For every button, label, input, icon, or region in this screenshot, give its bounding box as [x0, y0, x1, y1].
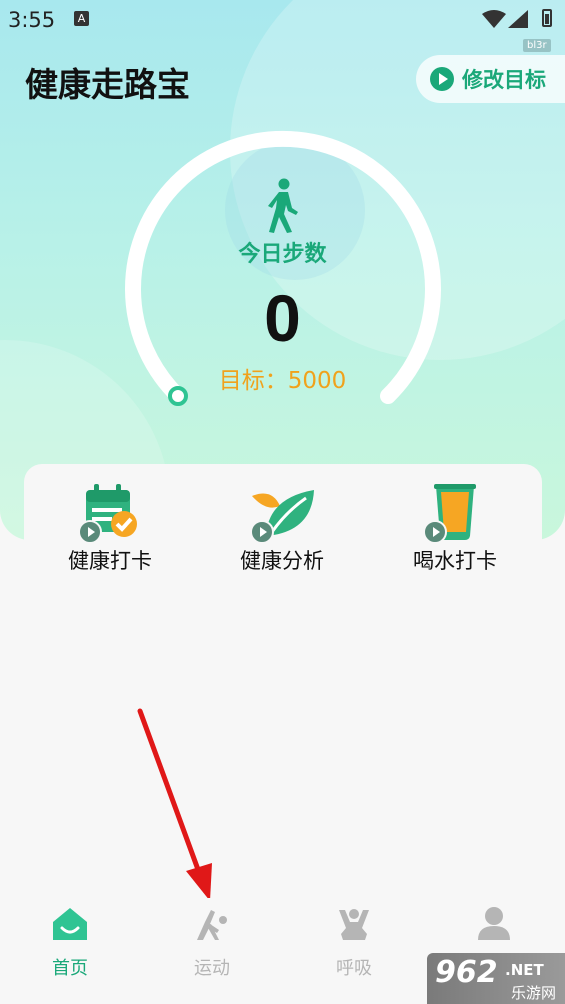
- status-bar: 3:55 A: [0, 0, 565, 38]
- edit-goal-label: 修改目标: [462, 68, 546, 92]
- watermark-logo: 962: [435, 955, 498, 990]
- today-steps-label: 今日步数: [238, 242, 327, 267]
- today-steps-value: 0: [264, 281, 301, 355]
- video-play-icon: [250, 520, 274, 544]
- feature-health-analysis[interactable]: 健康分析: [212, 482, 352, 575]
- watermark-suffix: .NET: [505, 961, 544, 979]
- tab-label: 首页: [52, 958, 88, 979]
- video-play-icon: [423, 520, 447, 544]
- watermark-subtitle: 乐游网: [511, 984, 557, 1002]
- feature-label: 健康打卡: [68, 549, 152, 573]
- meditation-icon: [339, 909, 369, 940]
- feature-label: 喝水打卡: [413, 549, 497, 573]
- walking-icon: [268, 178, 298, 233]
- tab-label: 呼吸: [336, 958, 372, 979]
- tab-home[interactable]: 首页: [20, 906, 120, 980]
- app-title: 健康走路宝: [25, 66, 190, 103]
- tab-exercise[interactable]: 运动: [162, 906, 262, 980]
- steps-target: 目标：5000: [218, 368, 347, 394]
- wifi-icon: [482, 10, 506, 28]
- signal-icon: [508, 10, 528, 28]
- edit-goal-button[interactable]: 修改目标: [416, 55, 565, 103]
- play-icon: [430, 67, 454, 91]
- corner-tag: bl3r: [523, 39, 551, 52]
- status-time: 3:55: [8, 8, 56, 32]
- notification-icon: A: [74, 11, 89, 26]
- tab-label: 运动: [194, 958, 230, 979]
- site-watermark: 962 .NET 乐游网: [427, 953, 565, 1004]
- tab-breathing[interactable]: 呼吸: [304, 906, 404, 980]
- feature-water-checkin[interactable]: 喝水打卡: [385, 482, 525, 575]
- annotation-arrow: [137, 708, 212, 901]
- video-play-icon: [78, 520, 102, 544]
- battery-icon: [542, 9, 552, 27]
- exercise-icon: [197, 910, 227, 940]
- feature-health-checkin[interactable]: 健康打卡: [40, 482, 180, 575]
- home-icon: [53, 908, 87, 940]
- profile-icon: [478, 907, 510, 940]
- feature-label: 健康分析: [240, 549, 324, 573]
